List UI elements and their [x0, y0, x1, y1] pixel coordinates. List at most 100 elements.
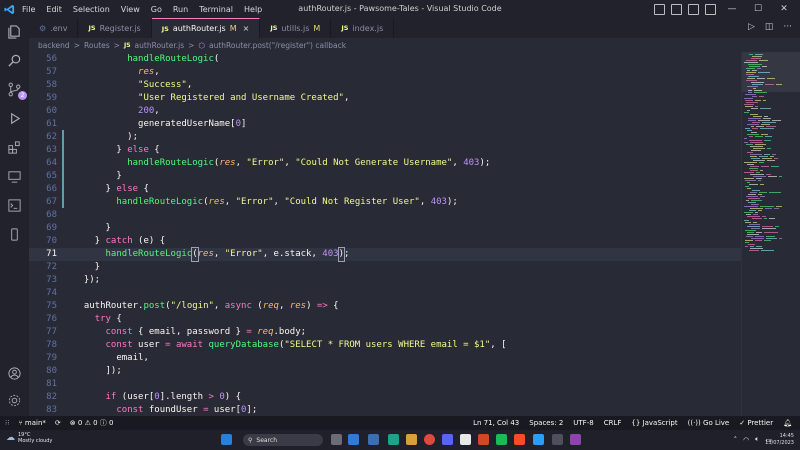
folder-icon[interactable]: [406, 434, 417, 445]
code-line[interactable]: 68: [29, 209, 741, 222]
mobile-device-icon[interactable]: [4, 224, 25, 245]
code-text[interactable]: handleRouteLogic(res, "Error", "Could No…: [73, 196, 457, 209]
code-line[interactable]: 79 email,: [29, 352, 741, 365]
code-text[interactable]: }: [73, 222, 111, 235]
code-line[interactable]: 83 const foundUser = user[0];: [29, 404, 741, 416]
menu-run[interactable]: Run: [173, 5, 188, 14]
breadcrumb-item[interactable]: authRouter.post("/register") callback: [209, 41, 346, 50]
wifi-icon[interactable]: ◠: [743, 436, 749, 444]
code-text[interactable]: 200,: [73, 105, 160, 118]
account-icon[interactable]: [4, 363, 25, 384]
code-text[interactable]: });: [73, 274, 100, 287]
tab-env[interactable]: ⚙ .env: [29, 18, 79, 38]
remote-explorer-icon[interactable]: [4, 166, 25, 187]
breadcrumb-item[interactable]: backend: [38, 41, 70, 50]
code-line[interactable]: 70 } catch (e) {: [29, 235, 741, 248]
code-line[interactable]: 78 const user = await queryDatabase("SEL…: [29, 339, 741, 352]
tab-authrouter-js[interactable]: JS authRouter.js M ×: [151, 18, 261, 38]
split-editor-icon[interactable]: ◫: [765, 22, 774, 32]
tab-index-js[interactable]: JS index.js: [331, 18, 395, 38]
code-editor[interactable]: 56 handleRouteLogic(57 res, 58 "Success",…: [29, 52, 741, 416]
run-icon[interactable]: ▷: [748, 22, 755, 32]
code-text[interactable]: handleRouteLogic(: [73, 53, 219, 66]
layout-toggle-icon[interactable]: [654, 3, 665, 15]
code-line[interactable]: 62 );: [29, 131, 741, 144]
spotify-icon[interactable]: [496, 434, 507, 445]
manage-gear-icon[interactable]: [4, 390, 25, 411]
terminal-taskbar-icon[interactable]: [552, 434, 563, 445]
cursor-position[interactable]: Ln 71, Col 43: [473, 419, 519, 427]
code-line[interactable]: 82 if (user[0].length > 0) {: [29, 391, 741, 404]
source-control-icon[interactable]: 2: [4, 79, 27, 100]
code-line[interactable]: 61 generatedUserName[0]: [29, 118, 741, 131]
end-of-line[interactable]: CRLF: [604, 419, 622, 427]
windows-start-icon[interactable]: [221, 434, 232, 445]
code-line[interactable]: 58 "Success",: [29, 79, 741, 92]
volume-icon[interactable]: 🔈︎: [755, 435, 759, 444]
vscode-taskbar-icon[interactable]: [533, 434, 544, 445]
discord-icon[interactable]: [442, 434, 453, 445]
code-text[interactable]: email,: [73, 352, 149, 365]
branch-indicator[interactable]: ⑂ main*: [18, 419, 45, 427]
code-line[interactable]: 56 handleRouteLogic(: [29, 53, 741, 66]
code-text[interactable]: } catch (e) {: [73, 235, 165, 248]
code-line[interactable]: 76 try {: [29, 313, 741, 326]
prettier-button[interactable]: ✓ Prettier: [739, 419, 773, 427]
go-live-button[interactable]: ((·)) Go Live: [688, 419, 730, 427]
chrome-icon[interactable]: [424, 434, 435, 445]
code-line[interactable]: 67 handleRouteLogic(res, "Error", "Could…: [29, 196, 741, 209]
office-icon[interactable]: [478, 434, 489, 445]
menu-help[interactable]: Help: [244, 5, 262, 14]
code-line[interactable]: 57 res,: [29, 66, 741, 79]
tab-register-js[interactable]: JS Register.js: [78, 18, 152, 38]
app-taskbar-icon[interactable]: [570, 434, 581, 445]
weather-widget[interactable]: ☁ 19°C Mostly cloudy: [6, 432, 52, 444]
github-icon[interactable]: [460, 434, 471, 445]
code-text[interactable]: if (user[0].length > 0) {: [73, 391, 242, 404]
code-text[interactable]: ]);: [73, 365, 122, 378]
breadcrumb-item[interactable]: authRouter.js: [135, 41, 185, 50]
code-text[interactable]: handleRouteLogic(res, "Error", "Could No…: [73, 157, 490, 170]
edge-icon[interactable]: [388, 434, 399, 445]
notifications-icon[interactable]: 🔔︎: [783, 419, 792, 427]
close-icon[interactable]: ✕: [774, 2, 794, 16]
code-text[interactable]: try {: [73, 313, 122, 326]
code-text[interactable]: );: [73, 131, 138, 144]
run-debug-icon[interactable]: [4, 108, 25, 129]
code-text[interactable]: } else {: [73, 144, 159, 157]
language-mode[interactable]: {} JavaScript: [631, 419, 677, 427]
code-line[interactable]: 74: [29, 287, 741, 300]
menu-file[interactable]: File: [22, 5, 35, 14]
code-line[interactable]: 71 handleRouteLogic(res, "Error", e.stac…: [29, 247, 741, 262]
explorer-icon[interactable]: [4, 21, 25, 42]
store-icon[interactable]: [514, 434, 525, 445]
code-line[interactable]: 75 authRouter.post("/login", async (req,…: [29, 300, 741, 313]
chat-icon[interactable]: [348, 434, 359, 445]
minimize-icon[interactable]: —: [722, 2, 742, 16]
indentation[interactable]: Spaces: 2: [529, 419, 563, 427]
extensions-icon[interactable]: [4, 137, 25, 158]
problems-indicator[interactable]: ⊗ 0 ⚠ 0 ⓘ 0: [70, 418, 114, 428]
remote-icon[interactable]: ⁝⁝: [5, 419, 9, 427]
code-text[interactable]: "Success",: [73, 79, 192, 92]
code-line[interactable]: 64 handleRouteLogic(res, "Error", "Could…: [29, 157, 741, 170]
menu-edit[interactable]: Edit: [46, 5, 62, 14]
chevron-up-icon[interactable]: ˄: [734, 436, 738, 444]
code-line[interactable]: 81: [29, 378, 741, 391]
code-line[interactable]: 59 "User Registered and Username Created…: [29, 92, 741, 105]
code-text[interactable]: generatedUserName[0]: [73, 118, 246, 131]
search-icon[interactable]: [4, 50, 25, 71]
code-text[interactable]: }: [73, 261, 100, 274]
menu-selection[interactable]: Selection: [73, 5, 110, 14]
close-tab-icon[interactable]: ×: [243, 24, 250, 33]
layout-sidebar-icon[interactable]: [688, 3, 699, 15]
code-line[interactable]: 66 } else {: [29, 183, 741, 196]
more-actions-icon[interactable]: ···: [783, 22, 792, 32]
terminal-panel-icon[interactable]: [4, 195, 25, 216]
code-line[interactable]: 77 const { email, password } = req.body;: [29, 326, 741, 339]
code-line[interactable]: 65 }: [29, 170, 741, 183]
clock[interactable]: 14:45 13/07/2023: [765, 433, 794, 447]
menu-view[interactable]: View: [121, 5, 140, 14]
encoding[interactable]: UTF-8: [573, 419, 593, 427]
code-text[interactable]: handleRouteLogic(res, "Error", e.stack, …: [73, 247, 349, 262]
